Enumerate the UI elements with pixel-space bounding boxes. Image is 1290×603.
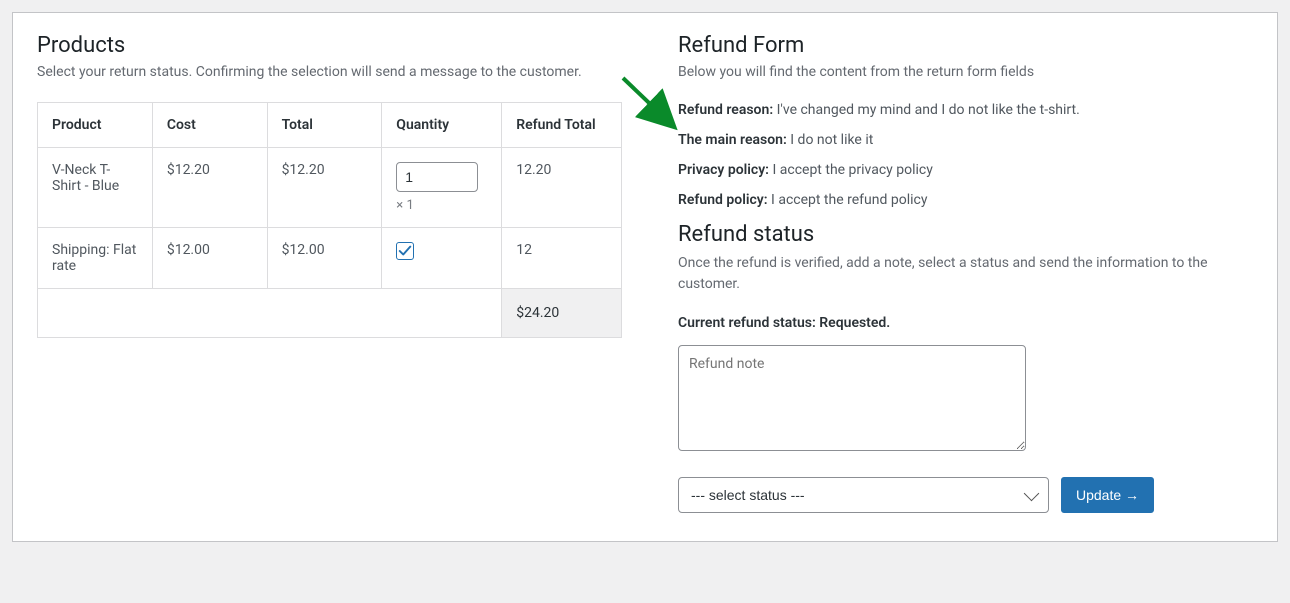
table-footer-row: $24.20 (38, 289, 622, 338)
cell-refund-total: 12.20 (502, 148, 622, 228)
field-refund-reason: Refund reason: I've changed my mind and … (678, 102, 1253, 118)
table-row: Shipping: Flat rate $12.00 $12.00 12 (38, 228, 622, 289)
col-total: Total (267, 103, 382, 148)
products-heading: Products (37, 33, 622, 58)
products-section: Products Select your return status. Conf… (37, 33, 622, 513)
refund-panel: Products Select your return status. Conf… (12, 12, 1278, 542)
cell-total: $12.20 (267, 148, 382, 228)
refund-status-heading: Refund status (678, 222, 1253, 247)
shipping-refund-checkbox[interactable] (396, 242, 414, 260)
footer-total: $24.20 (502, 289, 622, 338)
cell-cost: $12.00 (152, 228, 267, 289)
field-privacy-policy: Privacy policy: I accept the privacy pol… (678, 162, 1253, 178)
col-cost: Cost (152, 103, 267, 148)
cell-refund-total: 12 (502, 228, 622, 289)
field-refund-policy: Refund policy: I accept the refund polic… (678, 192, 1253, 208)
field-main-reason: The main reason: I do not like it (678, 132, 1253, 148)
check-icon (398, 244, 412, 258)
products-table: Product Cost Total Quantity Refund Total… (37, 102, 622, 338)
col-product: Product (38, 103, 153, 148)
quantity-input[interactable] (396, 162, 478, 192)
status-select-wrap: --- select status --- (678, 477, 1049, 513)
cell-product: V-Neck T-Shirt - Blue (38, 148, 153, 228)
cell-total: $12.00 (267, 228, 382, 289)
current-refund-status: Current refund status: Requested. (678, 315, 1253, 331)
table-row: V-Neck T-Shirt - Blue $12.20 $12.20 × 1 … (38, 148, 622, 228)
col-refund-total: Refund Total (502, 103, 622, 148)
col-quantity: Quantity (382, 103, 502, 148)
cell-quantity: × 1 (382, 148, 502, 228)
refund-form-heading: Refund Form (678, 33, 1253, 58)
products-subtitle: Select your return status. Confirming th… (37, 64, 622, 80)
status-select[interactable]: --- select status --- (678, 477, 1049, 513)
refund-form-section: Refund Form Below you will find the cont… (678, 33, 1253, 513)
status-actions: --- select status --- Update → (678, 477, 1253, 513)
cell-cost: $12.20 (152, 148, 267, 228)
update-button[interactable]: Update → (1061, 477, 1154, 513)
cell-quantity (382, 228, 502, 289)
cell-product: Shipping: Flat rate (38, 228, 153, 289)
refund-form-subtitle: Below you will find the content from the… (678, 64, 1253, 80)
refund-status-subtitle: Once the refund is verified, add a note,… (678, 253, 1253, 295)
refund-note-textarea[interactable] (678, 345, 1026, 451)
quantity-multiplier: × 1 (396, 198, 487, 213)
